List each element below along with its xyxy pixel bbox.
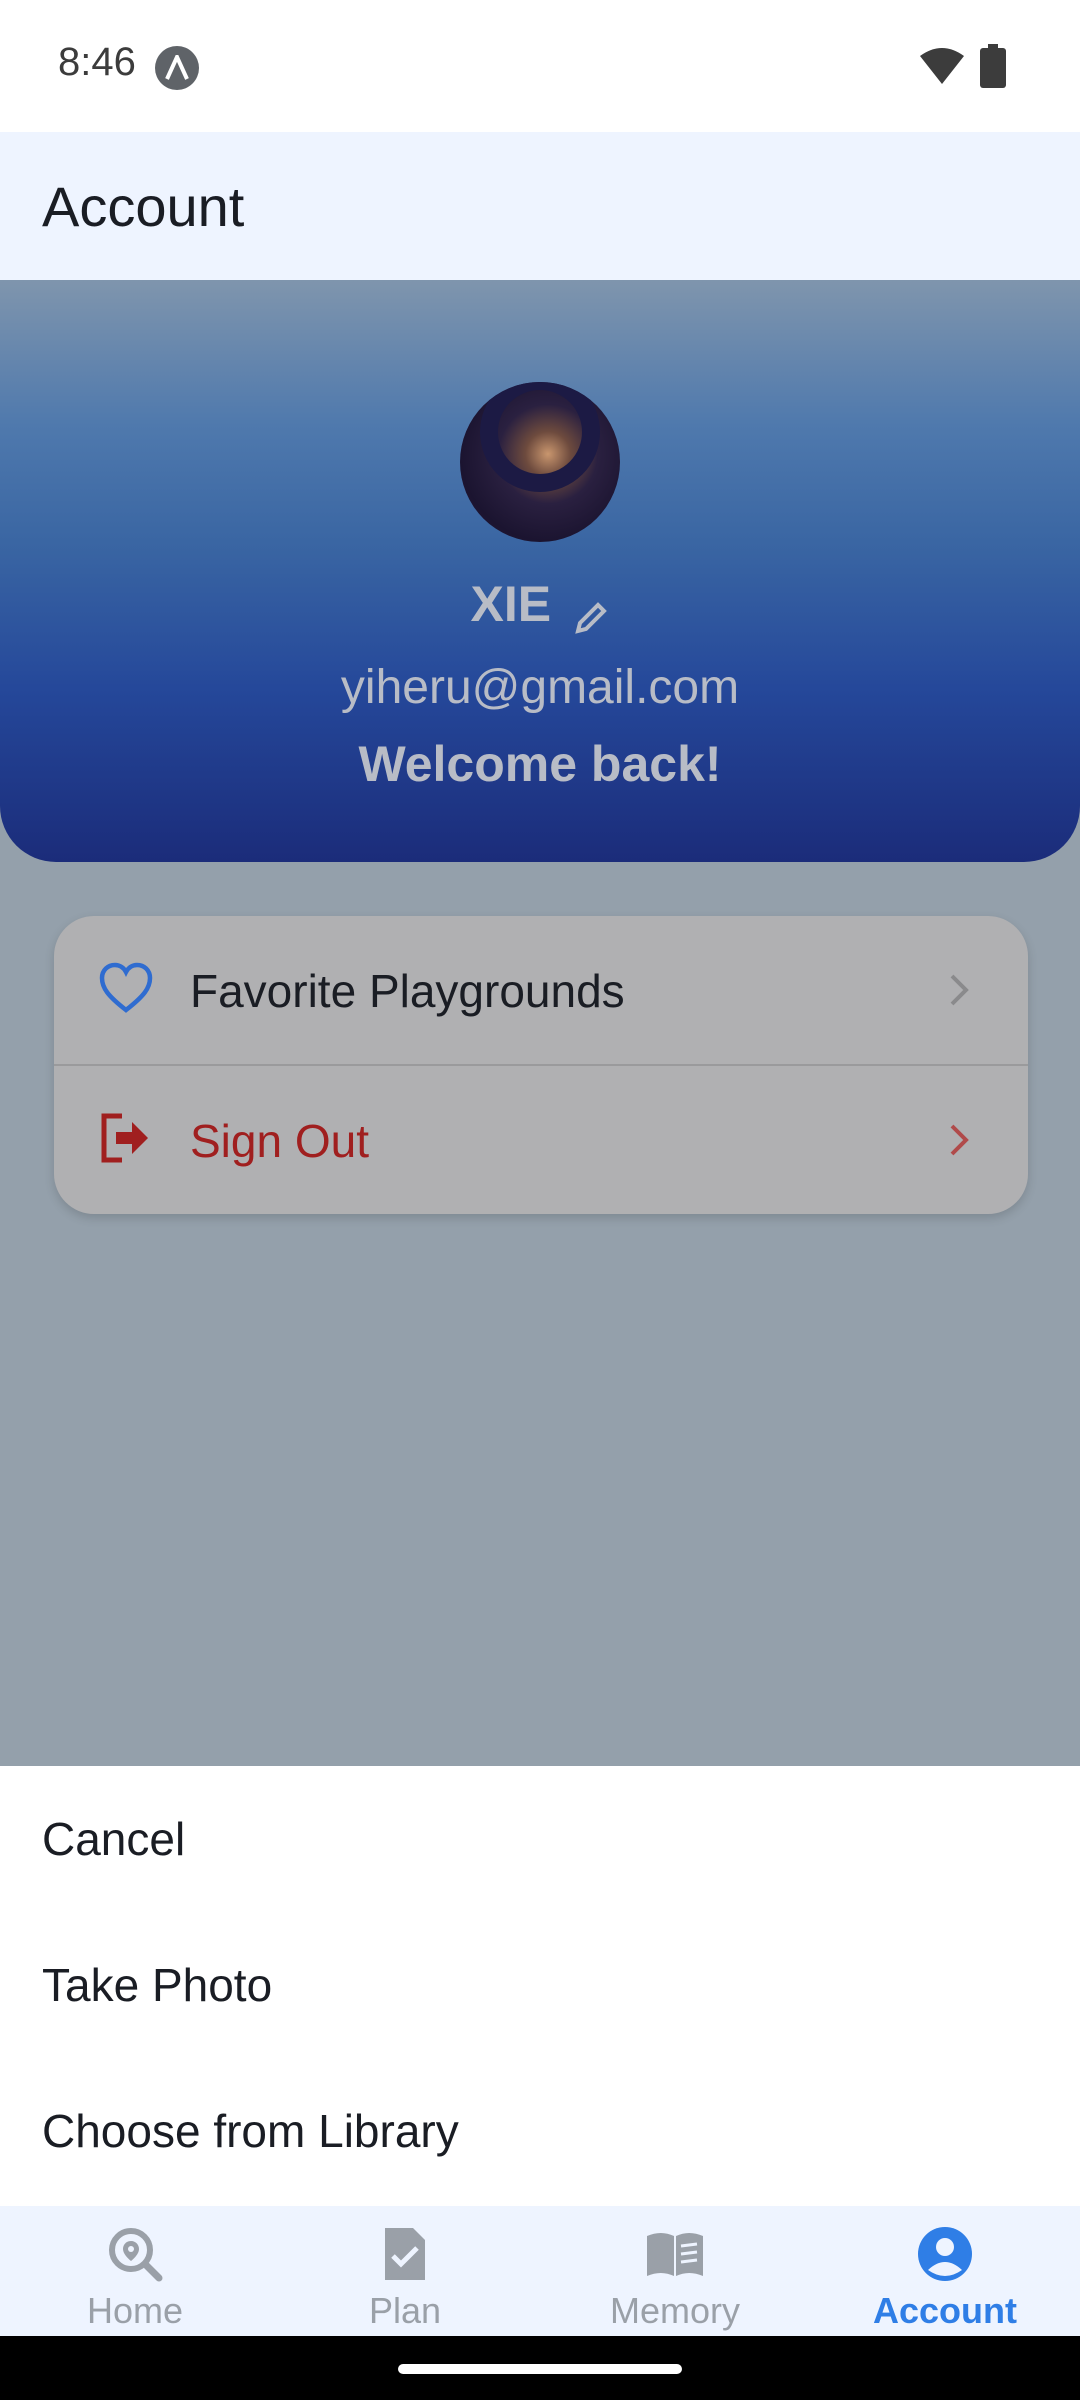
nav-plan-label: Plan [368, 2290, 442, 2331]
heart-icon [99, 962, 153, 1013]
sign-out-icon [101, 1113, 148, 1163]
take-photo-option[interactable]: Take Photo [0, 1912, 1080, 2058]
nav-memory-label: Memory [609, 2290, 740, 2331]
document-check-icon [385, 2228, 425, 2280]
location-search-icon [109, 2228, 163, 2282]
cancel-label: Cancel [42, 1813, 186, 1865]
nav-home-label: Home [86, 2290, 184, 2331]
sign-out-item[interactable]: Sign Out [54, 1066, 1028, 1214]
wifi-icon [920, 48, 964, 84]
nav-plan[interactable]: Plan [270, 2206, 540, 2336]
pencil-edit-icon[interactable] [574, 599, 610, 635]
nav-home[interactable]: Home [0, 2206, 270, 2336]
choose-from-library-label: Choose from Library [42, 2105, 459, 2157]
sign-out-label: Sign Out [190, 1115, 369, 1167]
cancel-option[interactable]: Cancel [0, 1766, 1080, 1912]
account-icon [918, 2227, 972, 2281]
profile-name: XIE [470, 576, 552, 632]
home-gesture-handle[interactable] [398, 2364, 682, 2374]
photo-action-sheet: Cancel Take Photo Choose from Library [0, 1766, 1080, 2206]
favorite-playgrounds-item[interactable]: Favorite Playgrounds [54, 916, 1028, 1064]
status-bar: 8:46 [0, 0, 1080, 132]
account-menu-card: Favorite Playgrounds Sign Out [54, 916, 1028, 1214]
nav-account[interactable]: Account [810, 2206, 1080, 2336]
avatar[interactable] [460, 382, 620, 542]
nav-memory[interactable]: Memory [540, 2206, 810, 2336]
take-photo-label: Take Photo [42, 1959, 273, 2011]
battery-icon [980, 44, 1006, 88]
status-time: 8:46 [58, 40, 136, 84]
favorite-playgrounds-label: Favorite Playgrounds [190, 965, 625, 1017]
chevron-right-icon [950, 974, 969, 1006]
app-notification-icon [155, 46, 199, 90]
choose-from-library-option[interactable]: Choose from Library [0, 2058, 1080, 2204]
profile-name-row: XIE [0, 575, 1080, 635]
profile-email: yiheru@gmail.com [340, 661, 740, 714]
open-book-icon [647, 2233, 703, 2276]
welcome-message: Welcome back! [358, 736, 722, 792]
nav-account-label: Account [873, 2290, 1017, 2331]
bottom-nav: Home Plan Memory Account [0, 2206, 1080, 2336]
page-title: Account [42, 175, 245, 238]
app-header: Account [0, 132, 1080, 280]
chevron-right-icon [950, 1124, 969, 1156]
